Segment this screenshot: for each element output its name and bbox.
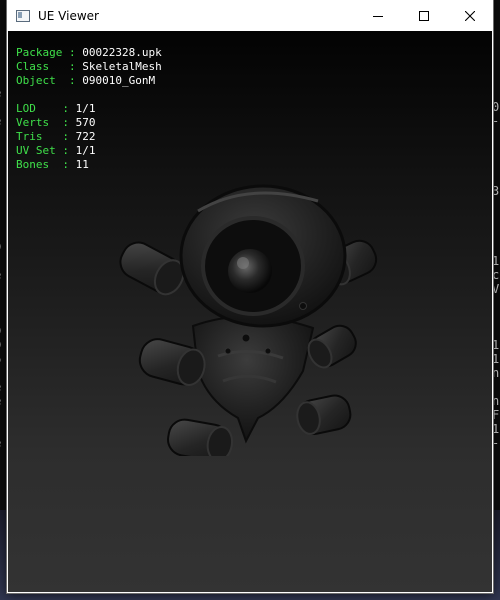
3d-viewport[interactable]: Package : 00022328.upk Class : SkeletalM… xyxy=(8,31,492,592)
verts-value: 570 xyxy=(75,116,96,129)
class-row: Class : SkeletalMesh xyxy=(16,60,162,73)
verts-row: Verts : 570 xyxy=(16,116,96,129)
mesh-info-overlay: Package : 00022328.upk Class : SkeletalM… xyxy=(16,46,162,172)
package-row: Package : 00022328.upk xyxy=(16,46,162,59)
lod-value: 1/1 xyxy=(75,102,96,115)
console-line: 1 xyxy=(492,338,500,352)
close-icon xyxy=(465,10,475,21)
console-line: - xyxy=(492,114,500,128)
window-title: UE Viewer xyxy=(38,8,99,23)
lod-row: LOD : 1/1 xyxy=(16,102,96,115)
console-line: 1 xyxy=(492,352,500,366)
uvset-value: 1/1 xyxy=(75,144,96,157)
minimize-button[interactable] xyxy=(355,0,401,31)
console-line: c xyxy=(492,268,500,282)
object-row: Object : 090010_GonM xyxy=(16,74,156,87)
console-line: V xyxy=(492,282,500,296)
console-line: 1 xyxy=(492,254,500,268)
app-icon xyxy=(16,9,30,22)
tris-row: Tris : 722 xyxy=(16,130,96,143)
package-value: 00022328.upk xyxy=(82,46,162,59)
maximize-button[interactable] xyxy=(401,0,447,31)
title-bar[interactable]: UE Viewer xyxy=(7,0,493,31)
skeletal-mesh-model xyxy=(119,184,378,456)
ue-viewer-window: UE Viewer Package : 00022328.upk Class :… xyxy=(7,0,493,593)
console-line: 0 xyxy=(492,100,500,114)
window-controls xyxy=(355,0,493,31)
console-line: 3 xyxy=(492,184,500,198)
object-value: 090010_GonM xyxy=(82,74,156,87)
console-line: n xyxy=(492,394,500,408)
console-line: 1 xyxy=(492,422,500,436)
maximize-icon xyxy=(419,10,429,21)
minimize-icon xyxy=(373,15,383,17)
console-line: - xyxy=(492,436,500,450)
tris-value: 722 xyxy=(75,130,96,143)
console-line: n xyxy=(492,366,500,380)
console-line: F xyxy=(492,408,500,422)
close-button[interactable] xyxy=(447,0,493,31)
class-value: SkeletalMesh xyxy=(82,60,162,73)
bones-value: 11 xyxy=(75,158,89,171)
